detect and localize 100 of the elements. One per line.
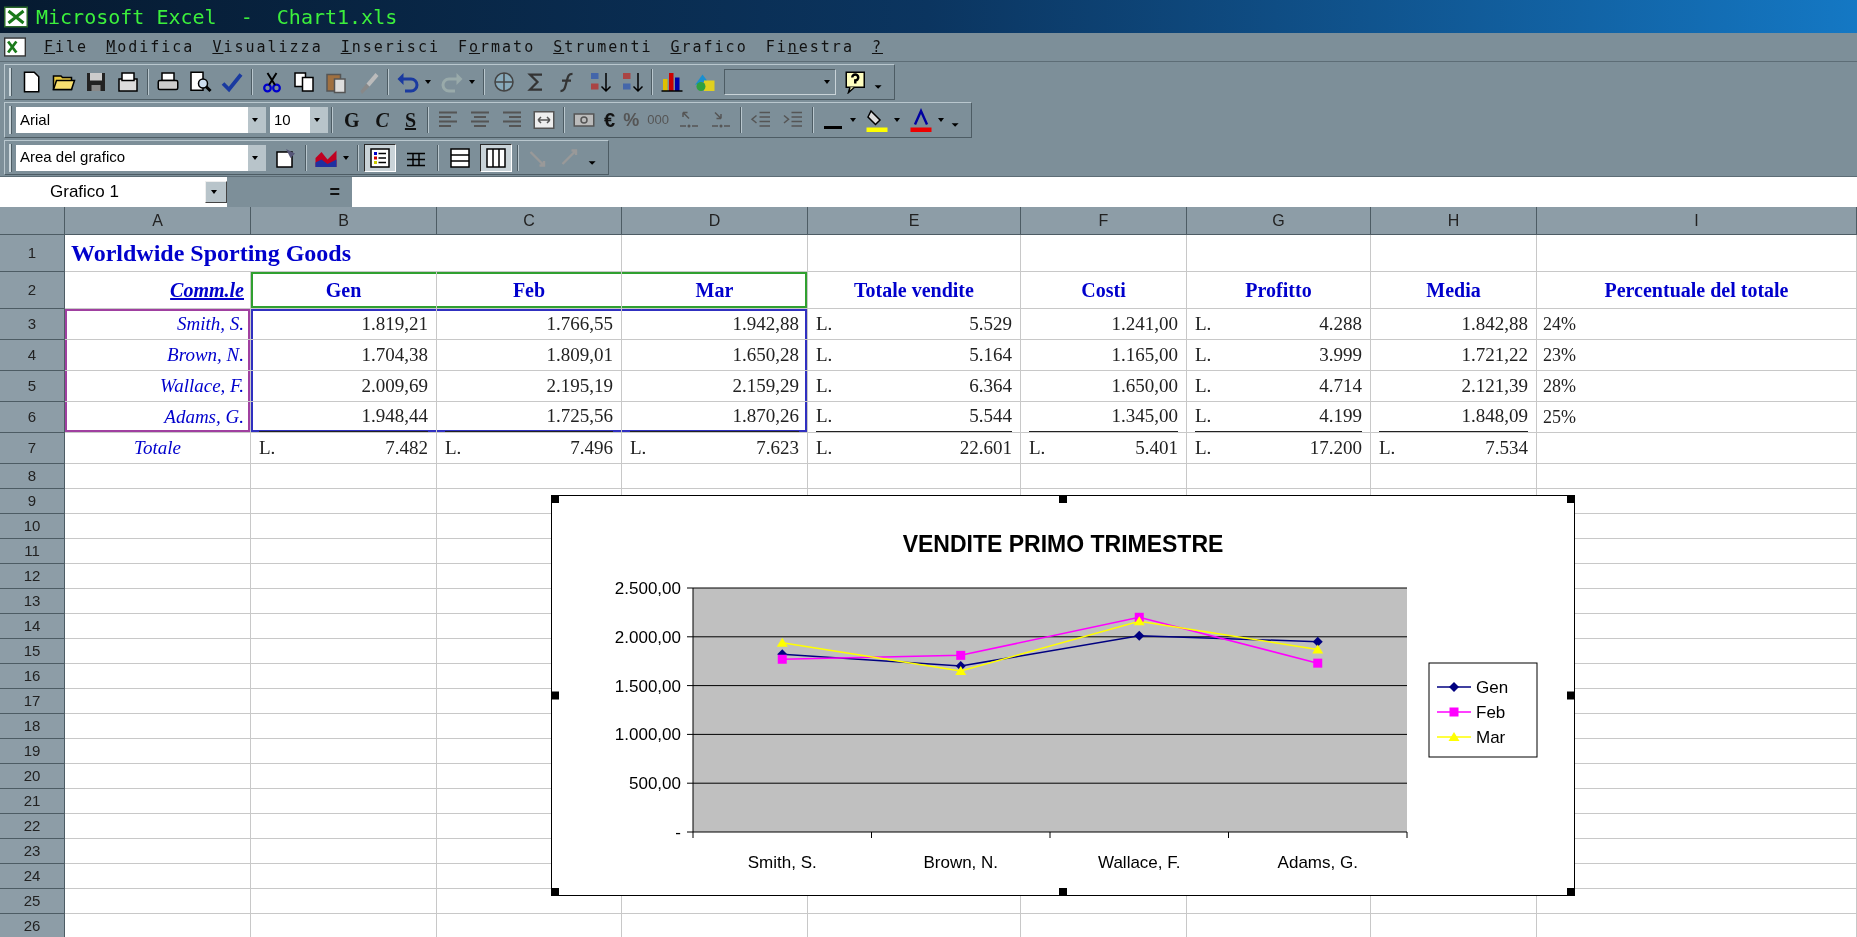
menu-item[interactable]: I nserisci [340,35,440,59]
column-header[interactable]: H [1371,207,1537,235]
dropdown-button[interactable] [248,144,266,171]
caret-icon[interactable] [823,77,831,86]
caret-icon[interactable] [424,77,432,86]
row-header[interactable]: 6 [0,402,65,433]
row-header[interactable]: 22 [0,814,65,839]
column-header[interactable]: A [65,207,251,235]
help-icon[interactable] [844,69,868,94]
row-header[interactable]: 1 [0,235,65,272]
print-preview-icon[interactable] [188,69,212,94]
zoom-dropdown[interactable] [724,68,836,95]
row-header[interactable]: 26 [0,914,65,937]
row-header[interactable]: 11 [0,539,65,564]
cell-value: 4.288 [1319,311,1362,336]
menu-item[interactable]: F o rmato [457,35,536,59]
selection-handle[interactable] [1567,888,1575,896]
paint-bucket-icon[interactable] [864,108,889,132]
caret-icon[interactable] [848,116,857,124]
caret-icon[interactable] [251,116,259,124]
column-header[interactable]: F [1021,207,1187,235]
axis-label: 1.500,00 [614,676,681,696]
italic-button[interactable]: C [367,105,397,135]
column-header[interactable]: I [1537,207,1857,235]
row-header[interactable]: 9 [0,489,65,514]
menu-item[interactable]: F ile [44,35,89,59]
dropdown-button[interactable] [310,107,328,133]
bold-button[interactable]: G [336,105,368,135]
row-header[interactable]: 23 [0,839,65,864]
row-header[interactable]: 16 [0,664,65,689]
selection-handle[interactable] [551,888,559,896]
menu-item[interactable]: G rafico [670,35,748,59]
menu-item[interactable]: Fi nestra [765,35,854,59]
caret-icon[interactable] [468,77,476,86]
caret-icon[interactable] [892,116,901,124]
legend-box[interactable] [1428,662,1538,758]
caret-icon[interactable] [342,153,350,162]
row-header[interactable]: 14 [0,614,65,639]
document-tray-icon[interactable] [116,69,140,94]
data-point [1313,658,1323,668]
workbook-icon[interactable] [4,37,26,57]
row-header[interactable]: 25 [0,889,65,914]
row-header[interactable]: 12 [0,564,65,589]
row-header[interactable]: 13 [0,589,65,614]
selection-handle[interactable] [551,495,559,503]
row-header[interactable]: 20 [0,764,65,789]
chart-objects-field[interactable]: Area del grafico [16,144,248,171]
cell-value: 5.544 [969,404,1012,429]
data-point [777,654,787,664]
underline-button[interactable]: S [396,105,425,135]
table-cell: Media [1371,272,1537,309]
caret-icon[interactable] [251,153,259,162]
font-color-icon[interactable] [908,108,933,132]
caret-icon[interactable] [313,116,321,124]
euro-button[interactable]: € [600,105,620,135]
menu-item[interactable]: Visualizza [212,35,323,59]
select-all-corner[interactable] [0,207,65,235]
row-header[interactable]: 19 [0,739,65,764]
copy-icon[interactable] [292,69,316,94]
selection-handle[interactable] [1059,888,1067,896]
table-cell: Profitto [1187,272,1371,309]
row-header[interactable]: 21 [0,789,65,814]
row-header[interactable]: 2 [0,272,65,309]
column-header[interactable]: B [251,207,437,235]
caret-icon[interactable] [210,188,218,196]
row-header[interactable]: 24 [0,864,65,889]
column-header[interactable]: D [622,207,808,235]
font-field[interactable]: Arial [16,107,248,133]
table-cell: Adams, G. [65,402,251,433]
row-header[interactable]: 7 [0,433,65,464]
row-header[interactable]: 15 [0,639,65,664]
cell-value: 4.199 [1319,404,1362,429]
row-header[interactable]: 17 [0,689,65,714]
row-header[interactable]: 8 [0,464,65,489]
row-header[interactable]: 4 [0,340,65,371]
merge-cells-icon[interactable] [532,108,557,132]
selection-handle[interactable] [551,691,559,700]
currency-symbol: L. [630,435,647,460]
row-header[interactable]: 5 [0,371,65,402]
selection-handle[interactable] [1567,691,1575,700]
dropdown-button[interactable] [248,107,266,133]
name-box[interactable]: Grafico 1 [0,177,205,207]
cell-value: 2.009,69 [361,373,428,398]
column-header[interactable]: G [1187,207,1371,235]
data-point [956,650,966,660]
currency-symbol: L. [816,373,833,398]
row-header[interactable]: 10 [0,514,65,539]
row-header[interactable]: 3 [0,309,65,340]
menu-item[interactable]: Strumenti [553,35,653,59]
selection-handle[interactable] [1059,495,1067,503]
selection-handle[interactable] [1567,495,1575,503]
row-header[interactable]: 18 [0,714,65,739]
globe-icon[interactable] [492,69,516,94]
font-size-field[interactable]: 10 [270,107,310,133]
column-header[interactable]: C [437,207,622,235]
menu-item[interactable]: ? [871,35,883,59]
caret-icon[interactable] [936,116,945,124]
column-header[interactable]: E [808,207,1021,235]
dropdown-button[interactable] [205,181,227,203]
menu-item[interactable]: Modifica [106,35,195,59]
